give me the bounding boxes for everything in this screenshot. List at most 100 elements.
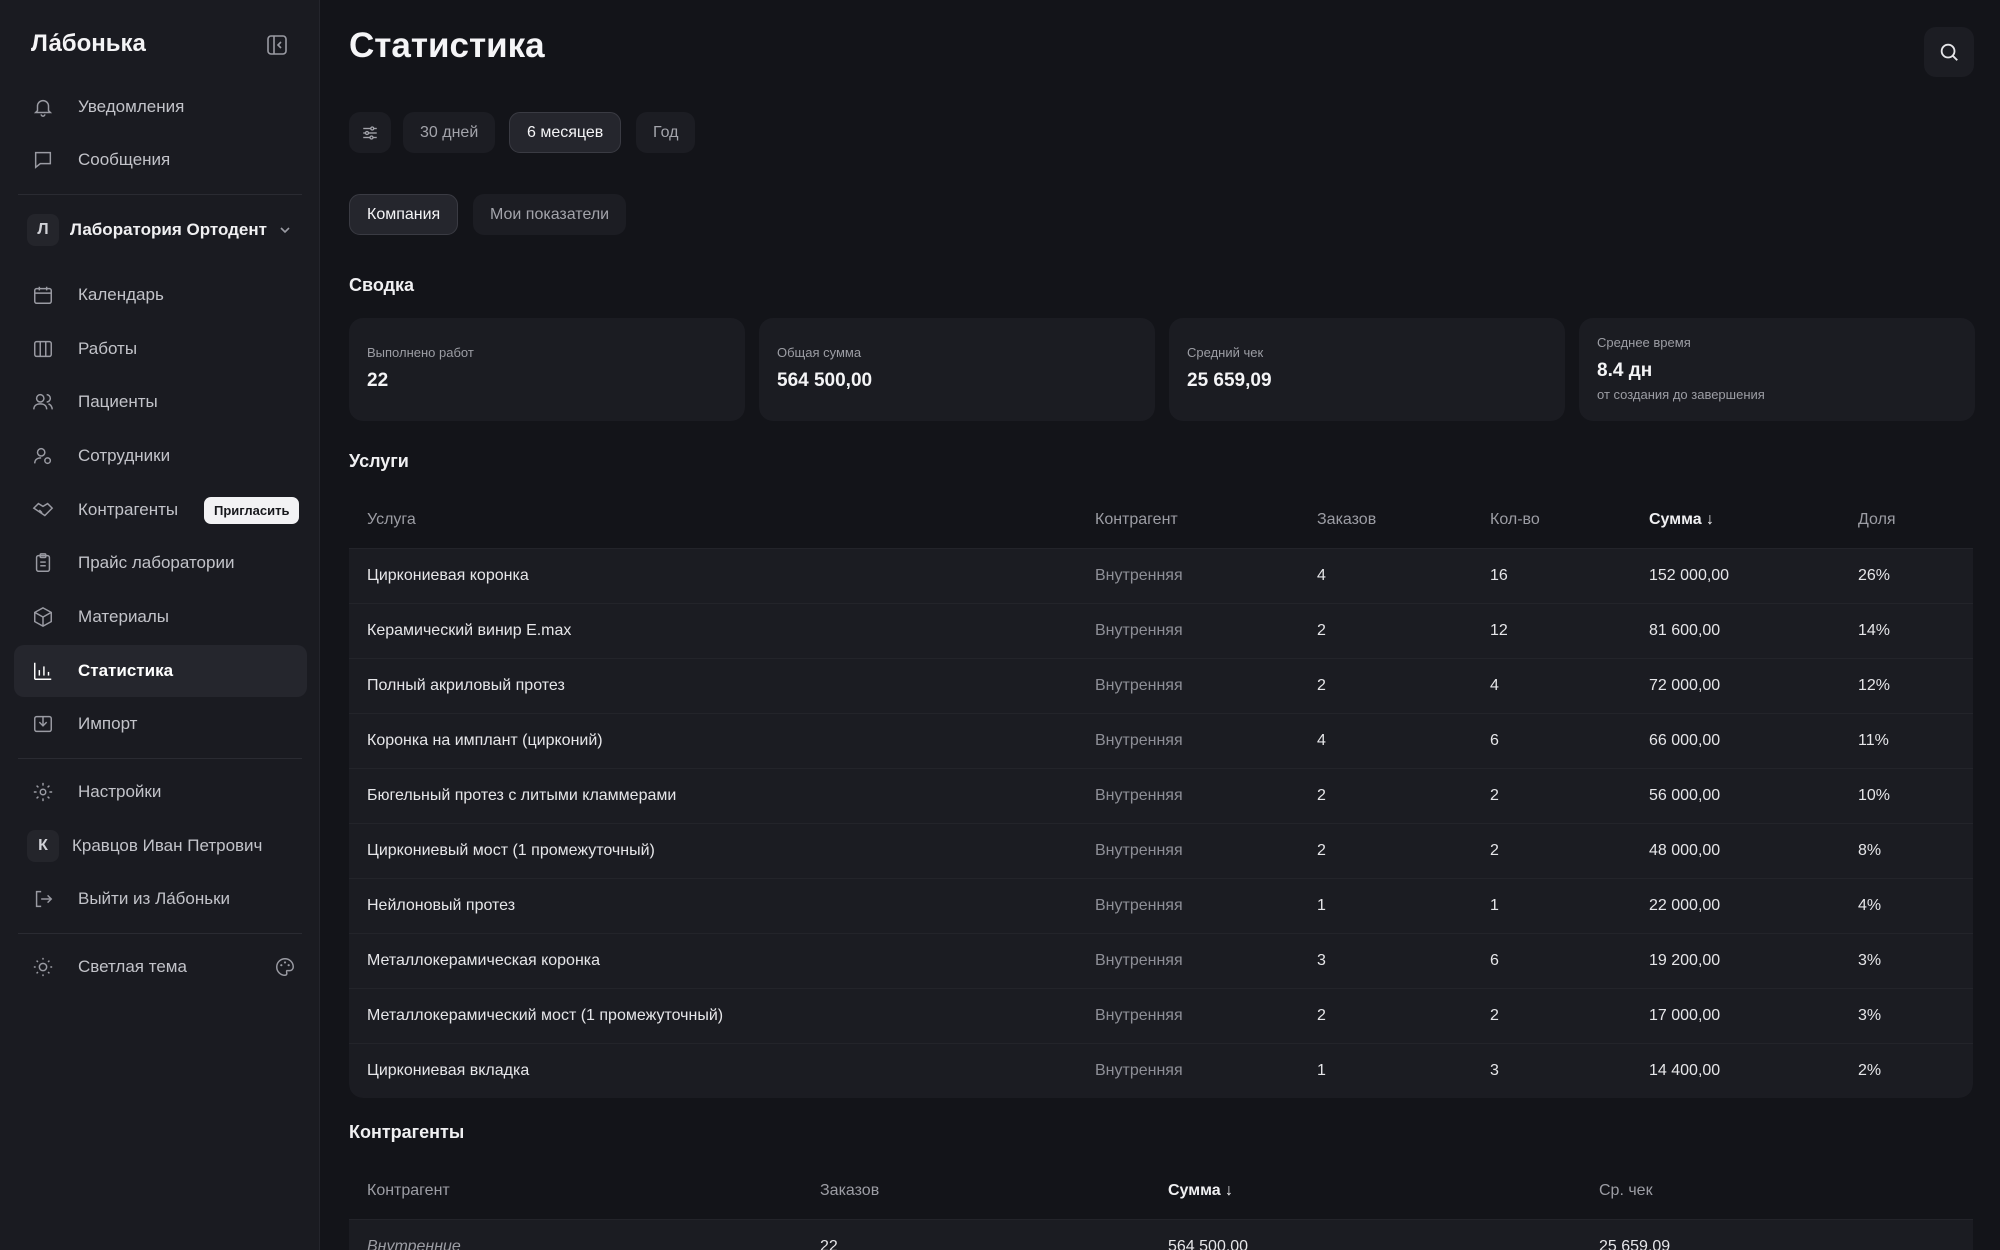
table-row[interactable]: Циркониевый мост (1 промежуточный) Внутре… xyxy=(349,823,1973,878)
stat-card-average-check: Средний чек 25 659,09 xyxy=(1169,318,1565,421)
theme-toggle[interactable]: Светлая тема xyxy=(14,941,307,993)
sidebar-item-label: Работы xyxy=(78,339,138,358)
period-30-days[interactable]: 30 дней xyxy=(403,112,496,153)
sum-cell: 81 600,00 xyxy=(1649,622,1721,639)
sidebar-item-materials[interactable]: Материалы xyxy=(14,591,307,643)
table-row[interactable]: Нейлоновый протез Внутренняя 1 1 22 000,00 4% xyxy=(349,878,1973,933)
col-quantity[interactable]: Кол-во xyxy=(1490,511,1540,529)
quantity-cell: 6 xyxy=(1490,952,1499,969)
sidebar-item-price-list[interactable]: Прайс лаборатории xyxy=(14,537,307,589)
contractor-cell: Внутренняя xyxy=(1095,897,1183,914)
invite-button[interactable]: Пригласить xyxy=(204,497,300,524)
sidebar: Ла́бонька Уведомления Сообщения Л Лабора… xyxy=(0,0,320,1250)
sidebar-item-label: Календарь xyxy=(78,285,164,304)
contractor-cell: Внутренняя xyxy=(1095,787,1183,804)
quantity-cell: 2 xyxy=(1490,1007,1499,1024)
stat-card-total: Общая сумма 564 500,00 xyxy=(759,318,1155,421)
org-switcher[interactable]: Л Лаборатория Ортодент xyxy=(14,204,307,256)
clipboard-icon xyxy=(32,552,54,574)
orders-cell: 4 xyxy=(1317,732,1326,749)
table-row[interactable]: Внутренние 22 564 500,00 25 659,09 xyxy=(349,1219,1973,1250)
share-cell: 8% xyxy=(1858,842,1882,859)
period-year[interactable]: Год xyxy=(636,112,696,153)
palette-icon[interactable] xyxy=(274,956,296,978)
sum-cell: 152 000,00 xyxy=(1649,567,1730,584)
sidebar-item-calendar[interactable]: Календарь xyxy=(14,269,307,321)
sidebar-item-notifications[interactable]: Уведомления xyxy=(14,81,307,133)
table-row[interactable]: Циркониевая коронка Внутренняя 4 16 152 000,… xyxy=(349,548,1973,603)
sum-cell: 14 400,00 xyxy=(1649,1062,1721,1079)
table-row[interactable]: Полный акриловый протез Внутренняя 2 4 72 00… xyxy=(349,658,1973,713)
service-name: Металлокерамическая коронка xyxy=(367,952,601,969)
sidebar-item-label: Выйти из Ла́боньки xyxy=(78,889,231,908)
bell-icon xyxy=(32,96,54,118)
share-cell: 10% xyxy=(1858,787,1891,804)
stat-card-average-time: Среднее время 8.4 дн от создания до заве… xyxy=(1579,318,1975,421)
col-service[interactable]: Услуга xyxy=(367,511,416,529)
sidebar-item-label: Материалы xyxy=(78,607,170,626)
contractor-name: Внутренние xyxy=(367,1238,461,1250)
calendar-icon xyxy=(32,284,54,306)
table-header: Контрагент Заказов Сумма ↓ Ср. чек xyxy=(349,1163,1973,1219)
col-contractor[interactable]: Контрагент xyxy=(367,1182,450,1200)
quantity-cell: 4 xyxy=(1490,677,1499,694)
orders-cell: 2 xyxy=(1317,787,1326,804)
service-name: Циркониевая коронка xyxy=(367,567,529,584)
sum-cell: 48 000,00 xyxy=(1649,842,1721,859)
filter-button[interactable] xyxy=(349,112,391,153)
sidebar-item-settings[interactable]: Настройки xyxy=(14,766,307,818)
col-contractor[interactable]: Контрагент xyxy=(1095,511,1178,529)
sidebar-divider xyxy=(18,758,302,759)
sidebar-item-profile[interactable]: К Кравцов Иван Петрович xyxy=(14,820,307,872)
stat-value: 8.4 дн xyxy=(1597,360,1653,381)
orders-cell: 4 xyxy=(1317,567,1326,584)
theme-label: Светлая тема xyxy=(78,957,187,976)
col-share[interactable]: Доля xyxy=(1858,511,1896,529)
user-gear-icon xyxy=(32,445,54,467)
sidebar-item-label: Прайс лаборатории xyxy=(78,553,235,572)
gear-icon xyxy=(32,781,54,803)
sidebar-item-import[interactable]: Импорт xyxy=(14,698,307,750)
col-orders[interactable]: Заказов xyxy=(1317,511,1376,529)
sidebar-item-label: Пациенты xyxy=(78,392,158,411)
stat-value: 564 500,00 xyxy=(777,370,873,391)
col-sum-sorted[interactable]: Сумма ↓ xyxy=(1168,1182,1233,1200)
collapse-sidebar-icon[interactable] xyxy=(266,34,288,56)
sidebar-item-works[interactable]: Работы xyxy=(14,323,307,375)
services-table: Услуга Контрагент Заказов Кол-во Сумма ↓… xyxy=(349,492,1973,1098)
orders-cell: 3 xyxy=(1317,952,1326,969)
chevron-down-icon xyxy=(280,227,290,234)
tab-my-metrics[interactable]: Мои показатели xyxy=(473,194,627,235)
table-row[interactable]: Металлокерамическая коронка Внутренняя 3 6 1… xyxy=(349,933,1973,988)
sidebar-item-messages[interactable]: Сообщения xyxy=(14,134,307,186)
quantity-cell: 1 xyxy=(1490,897,1499,914)
orders-cell: 2 xyxy=(1317,1007,1326,1024)
share-cell: 11% xyxy=(1858,732,1889,749)
table-row[interactable]: Керамический винир E.max Внутренняя 2 12 81 … xyxy=(349,603,1973,658)
sidebar-item-patients[interactable]: Пациенты xyxy=(14,376,307,428)
col-sum-sorted[interactable]: Сумма ↓ xyxy=(1649,511,1714,529)
orders-cell: 1 xyxy=(1317,897,1326,914)
table-row[interactable]: Металлокерамический мост (1 промежуточны… xyxy=(349,988,1973,1043)
main-content: Статистика 30 дней 6 месяцев Год Компани… xyxy=(320,0,2000,1250)
sidebar-item-statistics[interactable]: Статистика xyxy=(14,645,307,697)
search-icon xyxy=(1940,43,1958,61)
period-6-months[interactable]: 6 месяцев xyxy=(509,112,622,153)
search-button[interactable] xyxy=(1924,27,1974,77)
table-row[interactable]: Циркониевая вкладка Внутренняя 1 3 14 400,00… xyxy=(349,1043,1973,1098)
stat-label: Общая сумма xyxy=(777,345,862,360)
tab-company[interactable]: Компания xyxy=(349,194,459,235)
sidebar-item-logout[interactable]: Выйти из Ла́боньки xyxy=(14,873,307,925)
table-row[interactable]: Коронка на имплант (цирконий) Внутренняя 4… xyxy=(349,713,1973,768)
brand-logo[interactable]: Ла́бонька xyxy=(31,30,146,58)
col-orders[interactable]: Заказов xyxy=(820,1182,879,1200)
table-row[interactable]: Бюгельный протез с литыми кламмерами Внут… xyxy=(349,768,1973,823)
handshake-icon xyxy=(32,499,54,521)
sum-cell: 72 000,00 xyxy=(1649,677,1721,694)
sum-cell: 564 500,00 xyxy=(1168,1238,1249,1250)
sidebar-item-employees[interactable]: Сотрудники xyxy=(14,430,307,482)
col-average-check[interactable]: Ср. чек xyxy=(1599,1182,1653,1200)
orders-cell: 1 xyxy=(1317,1062,1326,1079)
sidebar-item-label: Уведомления xyxy=(78,97,185,116)
org-name: Лаборатория Ортодент xyxy=(70,220,267,239)
